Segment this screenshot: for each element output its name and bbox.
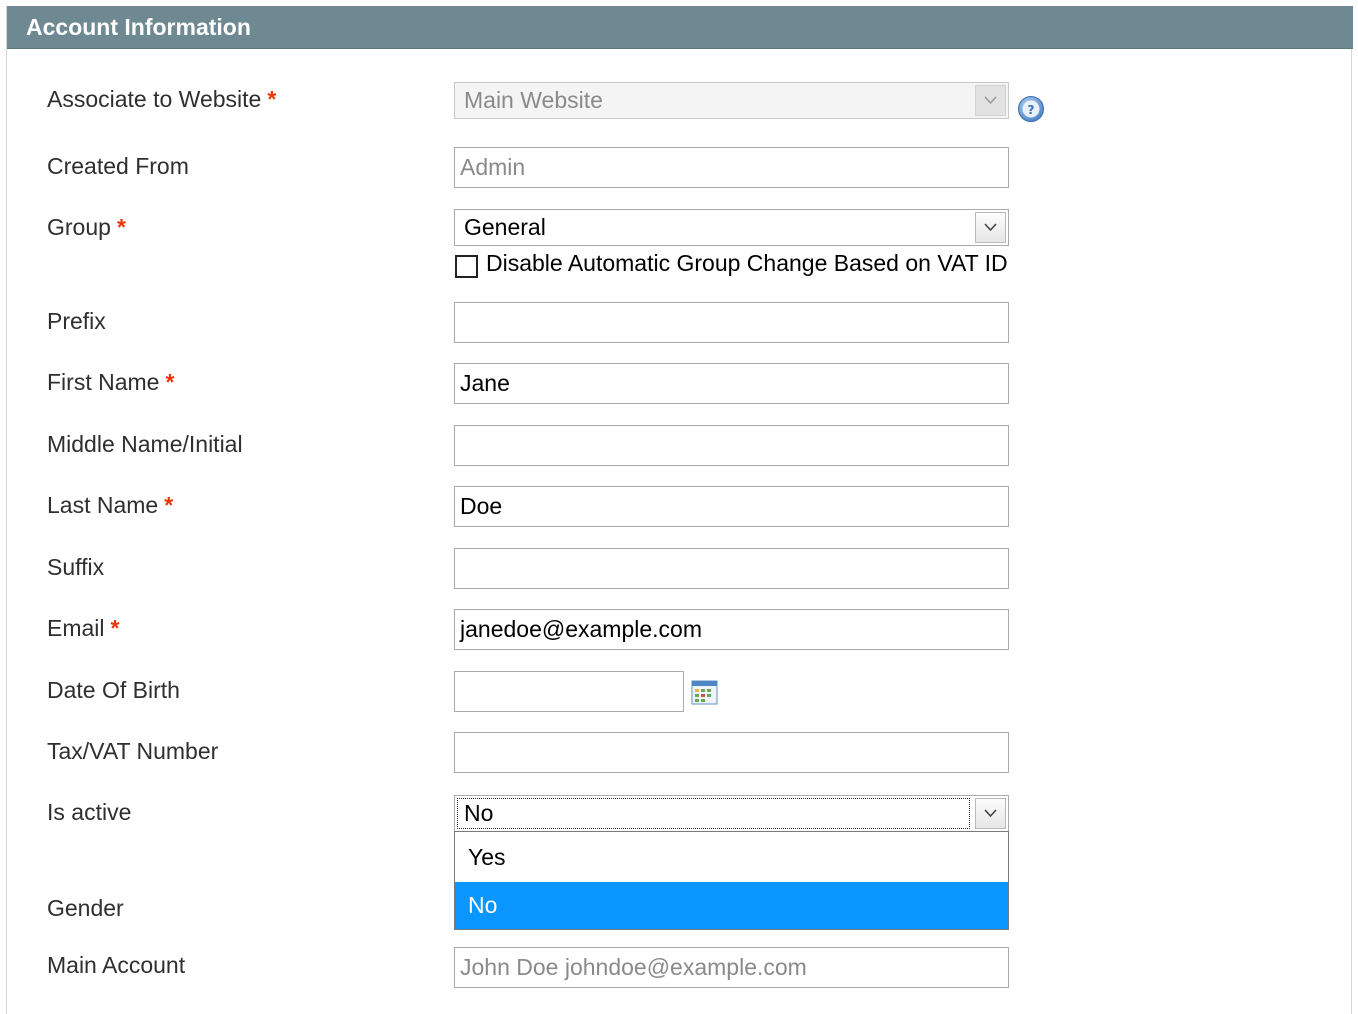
label-is-active: Is active [47, 799, 132, 825]
created-from-field: Admin [454, 147, 1009, 188]
focus-outline [457, 798, 970, 829]
label-main-account: Main Account [47, 952, 186, 978]
label-last-name: Last Name * [47, 492, 174, 518]
disable-auto-group-checkbox[interactable] [455, 255, 478, 278]
panel-title: Account Information [26, 14, 251, 40]
main-account-field: John Doe johndoe@example.com [454, 947, 1009, 988]
dob-input[interactable] [454, 671, 684, 712]
label-website: Associate to Website * [47, 86, 277, 112]
chevron-down-icon [975, 85, 1006, 116]
label-suffix: Suffix [47, 554, 105, 580]
label-taxvat: Tax/VAT Number [47, 738, 219, 764]
required-marker: * [110, 615, 120, 641]
email-input[interactable]: janedoe@example.com [454, 609, 1009, 650]
website-select: Main Website [454, 82, 1009, 119]
middle-name-input[interactable] [454, 425, 1009, 466]
first-name-input[interactable]: Jane [454, 363, 1009, 404]
calendar-icon[interactable] [691, 680, 718, 705]
required-marker: * [116, 214, 126, 240]
required-marker: * [267, 86, 277, 112]
taxvat-input[interactable] [454, 732, 1009, 773]
chevron-down-icon[interactable] [975, 798, 1006, 829]
option-yes[interactable]: Yes [455, 834, 1008, 881]
is-active-select[interactable]: No [454, 795, 1009, 832]
is-active-dropdown-list: Yes No [454, 831, 1009, 930]
label-dob: Date Of Birth [47, 677, 180, 703]
svg-text:?: ? [1028, 103, 1035, 117]
panel-header: Account Information [7, 6, 1353, 49]
label-gender: Gender [47, 895, 124, 921]
disable-auto-group-label[interactable]: Disable Automatic Group Change Based on … [486, 250, 1008, 277]
required-marker: * [165, 369, 175, 395]
label-prefix: Prefix [47, 308, 106, 334]
suffix-input[interactable] [454, 548, 1009, 589]
required-marker: * [164, 492, 174, 518]
label-created-from: Created From [47, 153, 189, 179]
group-select[interactable]: General [454, 209, 1009, 246]
last-name-input[interactable]: Doe [454, 486, 1009, 527]
label-group: Group * [47, 214, 126, 240]
option-no[interactable]: No [455, 882, 1008, 929]
prefix-input[interactable] [454, 302, 1009, 343]
label-middle-name: Middle Name/Initial [47, 431, 243, 457]
chevron-down-icon[interactable] [975, 212, 1006, 243]
label-first-name: First Name * [47, 369, 175, 395]
label-email: Email * [47, 615, 120, 641]
help-question-icon[interactable]: ? [1017, 95, 1045, 123]
